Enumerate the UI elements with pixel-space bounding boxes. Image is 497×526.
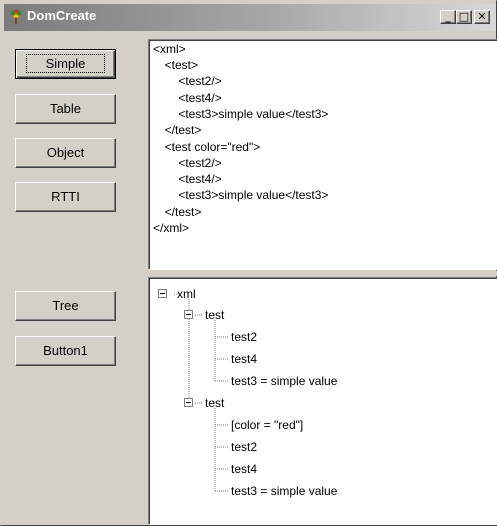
tree-button[interactable]: Tree (15, 291, 116, 321)
object-button-label: Object (46, 145, 85, 160)
tree-node-test3[interactable]: test3 = simple value (231, 484, 337, 498)
title-bar[interactable]: DomCreate _ □ ✕ (4, 4, 496, 31)
memo-line: <test> (158, 58, 199, 72)
memo-line: <test2/> (165, 74, 222, 88)
splitter[interactable] (148, 271, 497, 276)
xml-memo[interactable]: <xml> <test> <test2/> <test4/> <test3>si… (148, 39, 497, 270)
memo-line: </xml> (153, 221, 190, 235)
button-panel: Simple Table Object RTTI Tree Button1 (5, 32, 144, 524)
maximize-button[interactable]: □ (456, 10, 472, 24)
memo-line: <test color="red"> (158, 140, 261, 154)
memo-line: <test3>simple value</test3> (165, 107, 329, 121)
tree-node-test4[interactable]: test4 (231, 462, 257, 476)
button1-button[interactable]: Button1 (15, 336, 116, 366)
minimize-button[interactable]: _ (440, 10, 456, 24)
tree-node-color-attr[interactable]: [color = "red"] (231, 418, 303, 432)
tree-node-test[interactable]: test (205, 396, 224, 410)
memo-line: <test3>simple value</test3> (165, 188, 329, 202)
close-icon: ✕ (477, 10, 487, 23)
tree-node-test[interactable]: test (205, 308, 224, 322)
table-button[interactable]: Table (15, 94, 116, 124)
collapse-test-icon[interactable] (184, 398, 193, 407)
rtti-button[interactable]: RTTI (15, 182, 116, 212)
simple-button-label: Simple (25, 54, 106, 73)
table-button-label: Table (49, 101, 82, 116)
memo-line: </test> (158, 205, 202, 219)
rtti-button-label: RTTI (51, 189, 80, 204)
button1-button-label: Button1 (43, 343, 88, 358)
memo-line: <test4/> (165, 172, 222, 186)
app-icon (10, 9, 22, 24)
tree-view[interactable]: xml test test2 test4 test3 = simple valu… (148, 277, 497, 525)
window-title: DomCreate (27, 8, 97, 23)
tree-node-test4[interactable]: test4 (231, 352, 257, 366)
collapse-xml-icon[interactable] (158, 289, 167, 298)
tree-node-test2[interactable]: test2 (231, 330, 257, 344)
domcreate-window: DomCreate _ □ ✕ Simple Table Object RTTI… (0, 0, 497, 526)
memo-line: <xml> (153, 42, 186, 56)
collapse-test-icon[interactable] (184, 310, 193, 319)
memo-line: </test> (158, 123, 202, 137)
memo-line: <test4/> (165, 91, 222, 105)
tree-button-label: Tree (52, 298, 79, 313)
close-button[interactable]: ✕ (474, 10, 490, 24)
tree-node-test2[interactable]: test2 (231, 440, 257, 454)
object-button[interactable]: Object (15, 138, 116, 168)
memo-line: <test2/> (165, 156, 222, 170)
tree-node-test3[interactable]: test3 = simple value (231, 374, 337, 388)
tree-node-xml[interactable]: xml (177, 287, 196, 301)
simple-button[interactable]: Simple (15, 49, 116, 79)
maximize-icon: □ (458, 10, 470, 23)
minimize-icon: _ (445, 10, 451, 23)
